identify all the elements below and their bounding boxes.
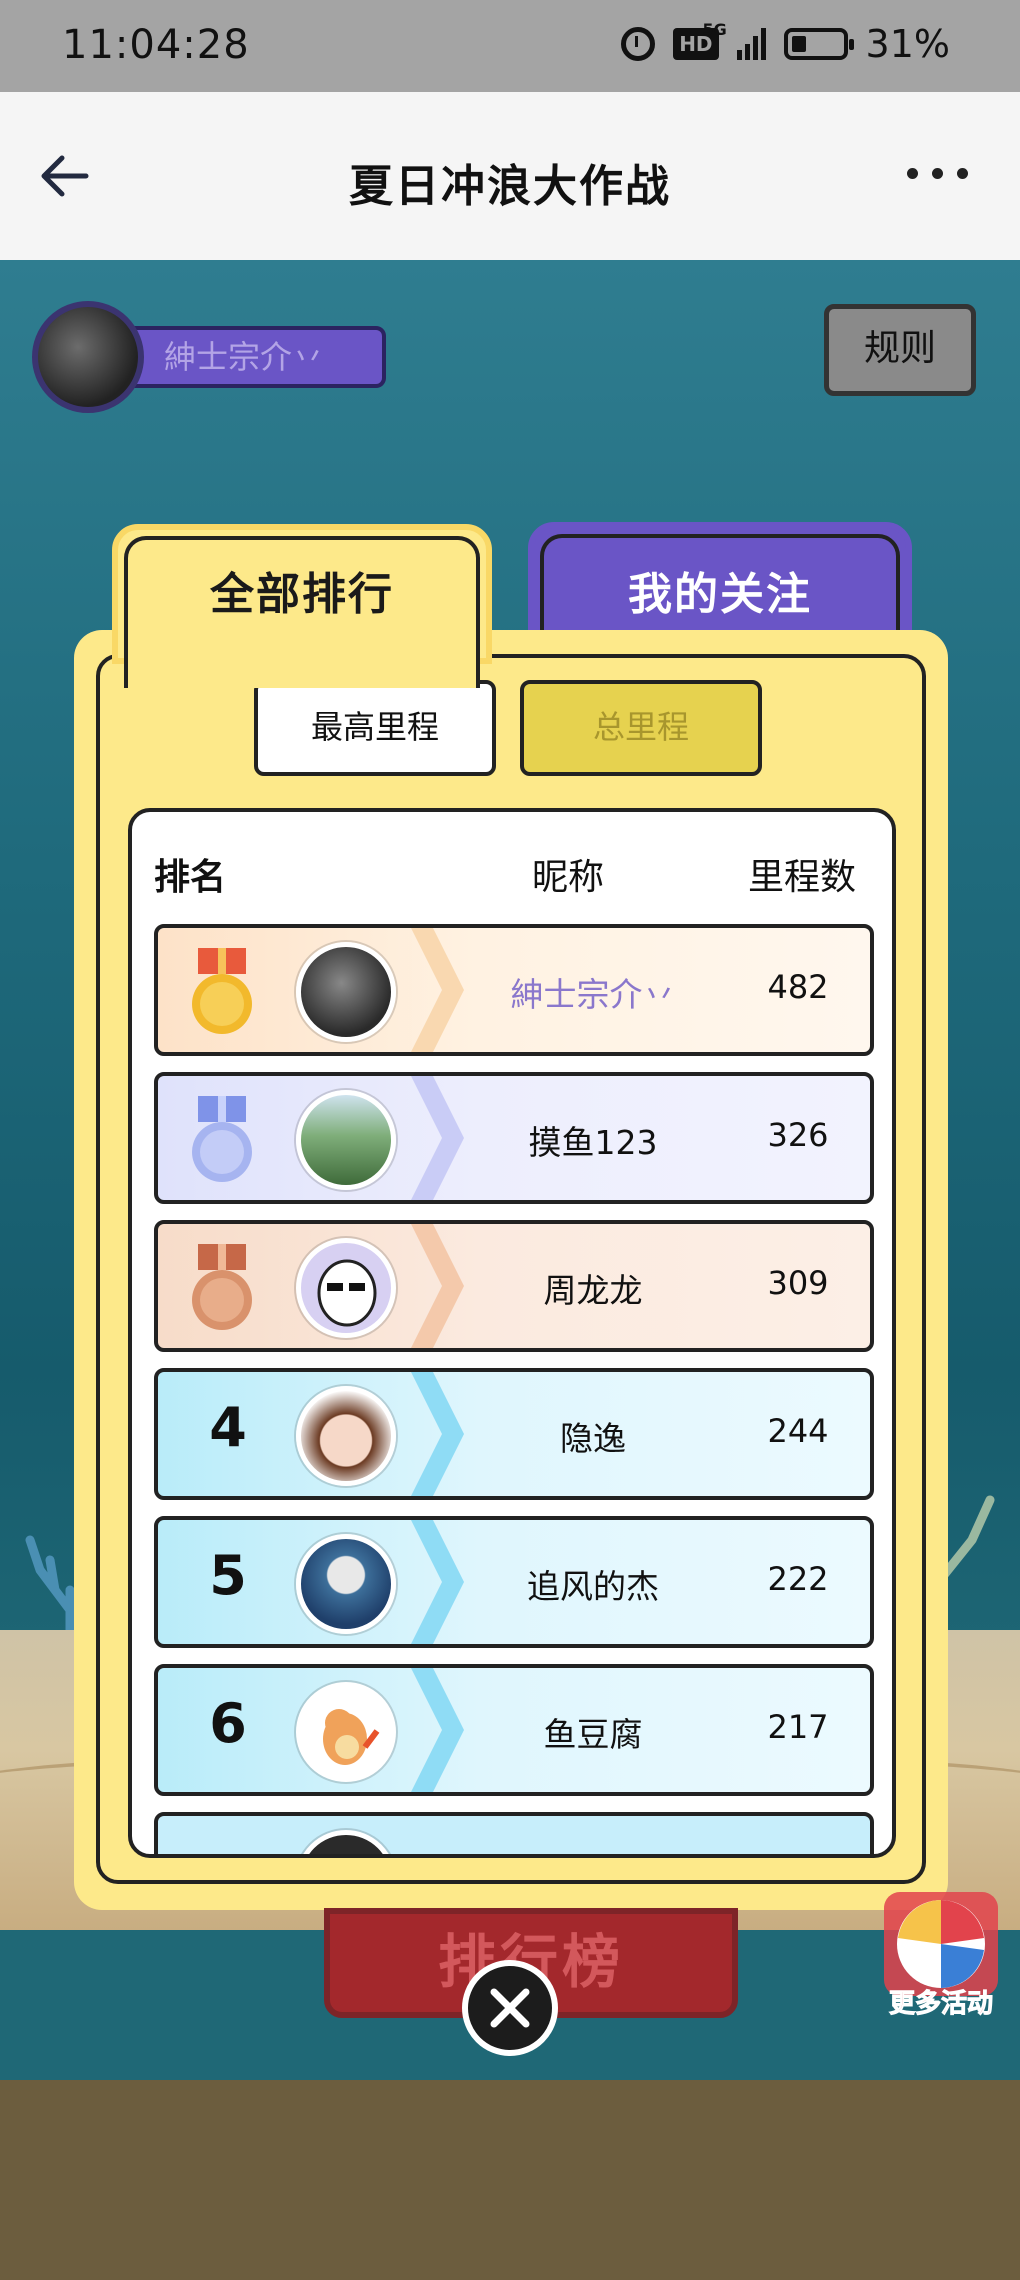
avatar bbox=[296, 1238, 396, 1338]
more-events-label: 更多活动 bbox=[888, 1989, 993, 2020]
chevron-decoration bbox=[411, 1224, 464, 1348]
silver-medal-icon bbox=[192, 1096, 252, 1182]
chevron-decoration bbox=[411, 1668, 464, 1792]
ground bbox=[0, 2080, 1020, 2280]
tab-all-ranking-label: 全部排行 bbox=[210, 569, 394, 620]
close-button[interactable] bbox=[462, 1960, 558, 2056]
avatar bbox=[296, 942, 396, 1042]
rank-number: 4 bbox=[209, 1396, 247, 1459]
rules-button[interactable]: 规则 bbox=[824, 304, 976, 396]
status-icons: HD 5G 31% bbox=[621, 20, 950, 66]
ranking-row[interactable]: 紳士宗介丷 482 bbox=[154, 924, 874, 1056]
board-header: 排名 昵称 里程数 bbox=[132, 848, 892, 904]
player-distance: 217 bbox=[767, 1708, 829, 1746]
player-distance: 222 bbox=[767, 1560, 829, 1598]
segment-max-distance[interactable]: 最高里程 bbox=[254, 680, 496, 776]
battery-icon bbox=[783, 28, 854, 60]
header-rank: 排名 bbox=[154, 857, 227, 898]
ranking-row[interactable]: 摸鱼123 326 bbox=[154, 1072, 874, 1204]
chevron-decoration bbox=[411, 1372, 464, 1496]
player-chip[interactable]: 紳士宗介丷 bbox=[32, 298, 386, 416]
avatar bbox=[296, 1090, 396, 1190]
player-name: 紳士宗介丷 bbox=[124, 326, 386, 388]
player-distance: 482 bbox=[767, 968, 829, 1006]
rank-number: 6 bbox=[209, 1692, 247, 1755]
player-avatar bbox=[32, 301, 144, 413]
player-nickname: 鱼豆腐 bbox=[543, 1715, 643, 1754]
nav-bar: 夏日冲浪大作战 bbox=[0, 92, 1020, 260]
player-distance: 244 bbox=[767, 1412, 829, 1450]
tab-all-ranking[interactable]: 全部排行 bbox=[112, 524, 492, 688]
battery-percent: 31% bbox=[865, 22, 950, 66]
alarm-icon bbox=[621, 27, 656, 61]
status-bar: 11:04:28 HD 5G 31% bbox=[0, 0, 1020, 92]
more-icon[interactable] bbox=[907, 168, 968, 179]
player-nickname: 周龙龙 bbox=[543, 1271, 643, 1310]
signal-icon: 5G bbox=[703, 20, 766, 60]
chevron-decoration bbox=[411, 1520, 464, 1644]
page-title: 夏日冲浪大作战 bbox=[349, 161, 671, 212]
network-type: 5G bbox=[702, 20, 727, 39]
gold-medal-icon bbox=[192, 948, 252, 1034]
avatar bbox=[296, 1386, 396, 1486]
leaderboard-panel: 最高里程 总里程 排名 昵称 里程数 紳士宗介丷 482 摸鱼123 326 周… bbox=[74, 630, 948, 1910]
ranking-row[interactable]: 周龙龙 309 bbox=[154, 1220, 874, 1352]
ranking-row[interactable]: 5 追风的杰 222 bbox=[154, 1516, 874, 1648]
player-nickname: 紳士宗介丷 bbox=[510, 975, 676, 1014]
player-distance: 309 bbox=[767, 1264, 829, 1302]
ranking-row[interactable]: 4 隐逸 244 bbox=[154, 1368, 874, 1500]
segment-total-distance[interactable]: 总里程 bbox=[520, 680, 762, 776]
chevron-decoration bbox=[411, 928, 464, 1052]
rank-number: 5 bbox=[209, 1544, 247, 1607]
status-time: 11:04:28 bbox=[62, 22, 250, 68]
game-area: 紳士宗介丷 规则 我的关注 最高里程 总里程 排名 昵称 里程数 紳士宗介丷 4… bbox=[0, 260, 1020, 2280]
header-distance: 里程数 bbox=[748, 857, 857, 898]
player-nickname: 摸鱼123 bbox=[528, 1123, 658, 1162]
tab-my-follow-label: 我的关注 bbox=[628, 569, 812, 620]
ranking-row[interactable]: 6 鱼豆腐 217 bbox=[154, 1664, 874, 1796]
close-icon bbox=[490, 1988, 530, 2028]
player-nickname: 追风的杰 bbox=[527, 1567, 659, 1606]
bronze-medal-icon bbox=[192, 1244, 252, 1330]
player-distance: 326 bbox=[767, 1116, 829, 1154]
ranking-board: 排名 昵称 里程数 紳士宗介丷 482 摸鱼123 326 周龙龙 309 4 … bbox=[128, 808, 896, 1858]
more-events-button[interactable]: 更多活动 bbox=[878, 1890, 1004, 2020]
avatar bbox=[296, 1830, 396, 1854]
header-nickname: 昵称 bbox=[532, 857, 605, 898]
avatar bbox=[296, 1534, 396, 1634]
ranking-row[interactable] bbox=[154, 1812, 874, 1854]
player-nickname: 隐逸 bbox=[560, 1419, 626, 1458]
chevron-decoration bbox=[411, 1076, 464, 1200]
avatar bbox=[296, 1682, 396, 1782]
